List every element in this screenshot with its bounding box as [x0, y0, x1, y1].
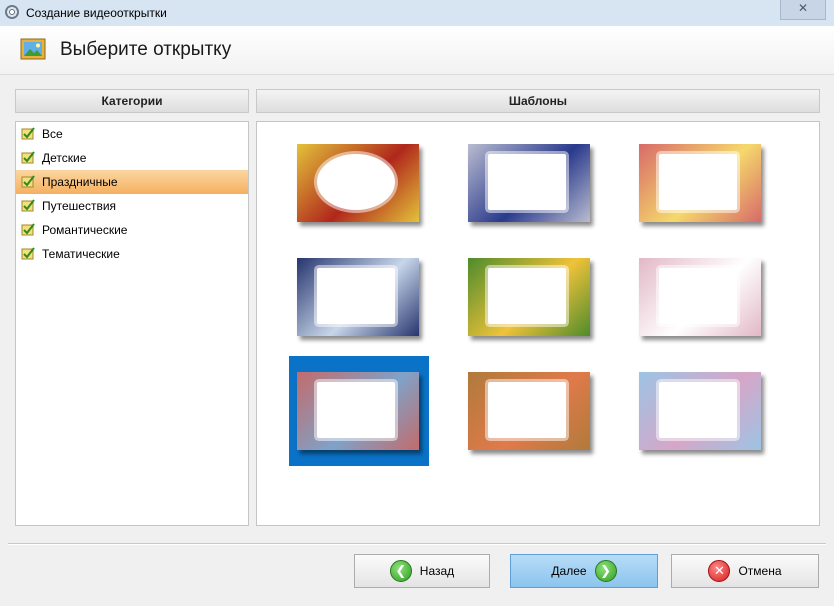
template-preview-red-roses: [639, 144, 761, 222]
template-preview-christmas-gifts: [297, 144, 419, 222]
category-item[interactable]: Детские: [16, 146, 248, 170]
templates-heading: Шаблоны: [256, 89, 820, 113]
category-item[interactable]: Тематические: [16, 242, 248, 266]
photo-window: [488, 382, 566, 438]
category-label: Романтические: [42, 223, 128, 237]
template-preview-golden-frame-roses: [468, 372, 590, 450]
cancel-button[interactable]: ✕ Отмена: [671, 554, 819, 588]
arrow-right-icon: ❯: [594, 560, 617, 582]
cancel-button-label: Отмена: [738, 564, 782, 578]
checkmark-note-icon: [21, 151, 35, 164]
checkmark-note-icon: [21, 247, 35, 260]
back-button-label: Назад: [419, 564, 455, 578]
category-label: Детские: [42, 151, 87, 165]
categories-heading: Категории: [15, 89, 249, 113]
photo-window: [488, 268, 566, 324]
template-thumbnail[interactable]: [289, 356, 429, 466]
template-preview-blue-lace: [639, 372, 761, 450]
photo-window: [317, 382, 395, 438]
checkmark-note-icon: [21, 175, 35, 188]
checkmark-note-icon: [21, 223, 35, 236]
category-item[interactable]: Все: [16, 122, 248, 146]
category-label: Праздничные: [42, 175, 118, 189]
category-item[interactable]: Путешествия: [16, 194, 248, 218]
window-title: Создание видеооткрытки: [26, 6, 167, 20]
template-preview-snowman-night: [297, 258, 419, 336]
photo-window: [659, 268, 737, 324]
template-thumbnail[interactable]: [631, 128, 771, 238]
photo-window: [488, 154, 566, 210]
page-title: Выберите открытку: [60, 39, 232, 60]
template-thumbnail[interactable]: [289, 242, 429, 352]
wizard-header: Выберите открытку: [0, 26, 834, 75]
arrow-left-icon: ❮: [389, 560, 412, 582]
template-preview-winter-frost: [468, 144, 590, 222]
template-thumbnail[interactable]: [460, 242, 600, 352]
next-button-label: Далее: [551, 564, 587, 578]
template-thumbnail[interactable]: [460, 128, 600, 238]
photo-window: [317, 268, 395, 324]
photo-window: [659, 154, 737, 210]
template-preview-spring-flowers: [468, 258, 590, 336]
next-button[interactable]: Далее ❯: [510, 554, 658, 588]
photo-window: [317, 154, 395, 210]
picture-icon: [20, 38, 46, 60]
template-preview-christmas-candles: [297, 372, 419, 450]
title-bar: Создание видеооткрытки ✕: [0, 0, 834, 27]
category-list: Все Детские Праздничные Путешествия Романтич…: [15, 121, 249, 526]
close-button[interactable]: ✕: [780, 0, 826, 20]
cancel-x-icon: ✕: [708, 560, 731, 582]
category-item[interactable]: Праздничные: [16, 170, 248, 194]
template-grid: [256, 121, 820, 526]
template-thumbnail[interactable]: [289, 128, 429, 238]
photo-window: [659, 382, 737, 438]
template-preview-white-flowers-pink: [639, 258, 761, 336]
category-label: Тематические: [42, 247, 120, 261]
footer-divider: [8, 543, 826, 545]
template-thumbnail[interactable]: [631, 356, 771, 466]
back-button[interactable]: ❮ Назад: [354, 554, 490, 588]
category-label: Все: [42, 127, 63, 141]
checkmark-note-icon: [21, 199, 35, 212]
film-reel-icon: [5, 5, 19, 19]
category-label: Путешествия: [42, 199, 117, 213]
checkmark-note-icon: [21, 127, 35, 140]
template-thumbnail[interactable]: [460, 356, 600, 466]
template-thumbnail[interactable]: [631, 242, 771, 352]
category-item[interactable]: Романтические: [16, 218, 248, 242]
